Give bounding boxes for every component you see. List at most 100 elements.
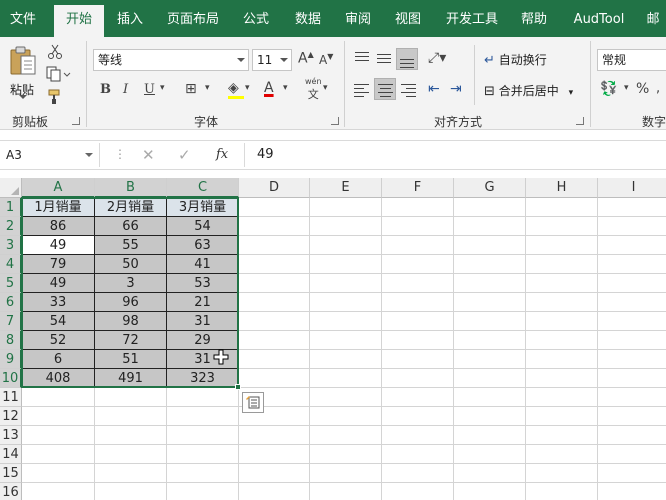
center-align-button[interactable]	[374, 78, 396, 100]
cell-h8[interactable]	[526, 331, 598, 350]
cell-c11[interactable]	[167, 388, 239, 407]
cell-f8[interactable]	[382, 331, 454, 350]
tab-formulas[interactable]: 公式	[234, 0, 278, 37]
cell-d2[interactable]	[239, 217, 310, 236]
row-header-11[interactable]: 11	[0, 388, 22, 407]
cell-g9[interactable]	[454, 350, 526, 369]
accounting-dropdown-icon[interactable]: ▾	[624, 83, 629, 93]
row-header-7[interactable]: 7	[0, 312, 22, 331]
cell-f16[interactable]	[382, 483, 454, 500]
cell-c15[interactable]	[167, 464, 239, 483]
cell-c7[interactable]: 31	[167, 312, 239, 331]
underline-button[interactable]: U	[144, 82, 155, 97]
cell-c1[interactable]: 3月销量	[167, 198, 239, 217]
select-all-corner[interactable]	[0, 178, 22, 198]
row-header-5[interactable]: 5	[0, 274, 22, 293]
cell-e11[interactable]	[310, 388, 382, 407]
cell-c16[interactable]	[167, 483, 239, 500]
cell-e1[interactable]	[310, 198, 382, 217]
cell-d9[interactable]	[239, 350, 310, 369]
cell-e15[interactable]	[310, 464, 382, 483]
cell-i8[interactable]	[598, 331, 666, 350]
cell-g13[interactable]	[454, 426, 526, 445]
cell-i10[interactable]	[598, 369, 666, 388]
cell-a14[interactable]	[22, 445, 95, 464]
cell-e5[interactable]	[310, 274, 382, 293]
cell-i5[interactable]	[598, 274, 666, 293]
increase-font-icon[interactable]: A▲	[298, 50, 314, 67]
cell-e12[interactable]	[310, 407, 382, 426]
tab-data[interactable]: 数据	[286, 0, 330, 37]
insert-function-button[interactable]: fx	[216, 147, 228, 162]
row-header-2[interactable]: 2	[0, 217, 22, 236]
cell-c14[interactable]	[167, 445, 239, 464]
cell-i15[interactable]	[598, 464, 666, 483]
tab-home[interactable]: 开始	[54, 5, 104, 37]
cell-i4[interactable]	[598, 255, 666, 274]
cell-f9[interactable]	[382, 350, 454, 369]
tab-review[interactable]: 审阅	[336, 0, 380, 37]
cell-h1[interactable]	[526, 198, 598, 217]
cell-a5[interactable]: 49	[22, 274, 95, 293]
format-painter-icon[interactable]	[47, 89, 63, 105]
cell-i14[interactable]	[598, 445, 666, 464]
cell-b11[interactable]	[95, 388, 167, 407]
cell-e4[interactable]	[310, 255, 382, 274]
cell-i13[interactable]	[598, 426, 666, 445]
bold-button[interactable]: B	[100, 82, 111, 97]
cell-a7[interactable]: 54	[22, 312, 95, 331]
cell-d10[interactable]	[239, 369, 310, 388]
cell-h11[interactable]	[526, 388, 598, 407]
borders-icon[interactable]: ⊞	[185, 81, 197, 97]
cell-i2[interactable]	[598, 217, 666, 236]
row-header-12[interactable]: 12	[0, 407, 22, 426]
cell-b13[interactable]	[95, 426, 167, 445]
cell-a2[interactable]: 86	[22, 217, 95, 236]
left-align-button[interactable]	[352, 79, 372, 99]
cell-f2[interactable]	[382, 217, 454, 236]
decrease-indent-icon[interactable]: ⇤	[428, 81, 440, 97]
cell-d4[interactable]	[239, 255, 310, 274]
paste-button[interactable]: 粘贴	[6, 43, 40, 101]
cell-e14[interactable]	[310, 445, 382, 464]
cell-e3[interactable]	[310, 236, 382, 255]
cell-i3[interactable]	[598, 236, 666, 255]
cell-a11[interactable]	[22, 388, 95, 407]
tab-mail[interactable]: 邮	[640, 0, 666, 37]
cell-i12[interactable]	[598, 407, 666, 426]
cell-d13[interactable]	[239, 426, 310, 445]
top-align-button[interactable]	[352, 49, 372, 69]
cell-b1[interactable]: 2月销量	[95, 198, 167, 217]
cell-e9[interactable]	[310, 350, 382, 369]
cell-g11[interactable]	[454, 388, 526, 407]
cell-g8[interactable]	[454, 331, 526, 350]
column-header-f[interactable]: F	[382, 178, 454, 198]
cell-g3[interactable]	[454, 236, 526, 255]
row-header-10[interactable]: 10	[0, 369, 22, 388]
borders-dropdown-icon[interactable]: ▾	[205, 83, 210, 93]
cell-c8[interactable]: 29	[167, 331, 239, 350]
cancel-entry-icon[interactable]: ✕	[142, 146, 155, 164]
cell-h9[interactable]	[526, 350, 598, 369]
cell-a16[interactable]	[22, 483, 95, 500]
cell-b6[interactable]: 96	[95, 293, 167, 312]
cell-f5[interactable]	[382, 274, 454, 293]
row-header-6[interactable]: 6	[0, 293, 22, 312]
cell-h12[interactable]	[526, 407, 598, 426]
column-header-a[interactable]: A	[22, 178, 95, 198]
cell-b10[interactable]: 491	[95, 369, 167, 388]
cell-c6[interactable]: 21	[167, 293, 239, 312]
cell-c4[interactable]: 41	[167, 255, 239, 274]
cell-g15[interactable]	[454, 464, 526, 483]
cell-h4[interactable]	[526, 255, 598, 274]
cell-g6[interactable]	[454, 293, 526, 312]
tab-insert[interactable]: 插入	[108, 0, 152, 37]
cell-h10[interactable]	[526, 369, 598, 388]
font-name-select[interactable]: 等线	[93, 49, 249, 71]
name-box[interactable]: A3	[0, 143, 100, 167]
cell-i16[interactable]	[598, 483, 666, 500]
tab-audtool[interactable]: AudTool	[566, 0, 632, 37]
row-header-8[interactable]: 8	[0, 331, 22, 350]
cell-g10[interactable]	[454, 369, 526, 388]
cell-a3[interactable]: 49	[22, 236, 95, 255]
